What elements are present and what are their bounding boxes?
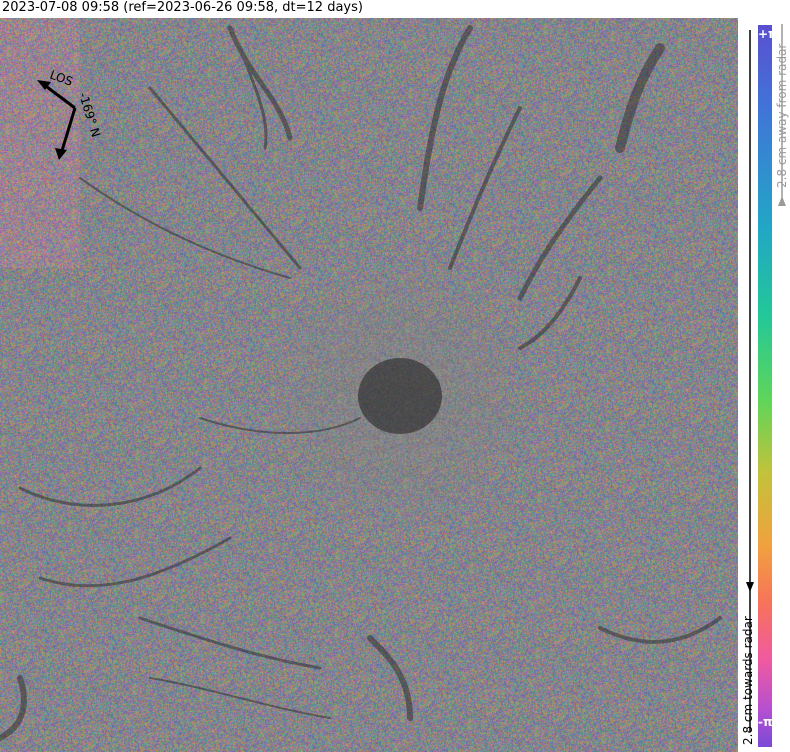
colorbar-min-label: -π	[758, 715, 773, 729]
valley-stroke	[448, 106, 522, 270]
valley-stroke	[517, 175, 603, 301]
valley-stroke	[417, 25, 473, 211]
north-arrow-icon	[55, 107, 77, 160]
valley-stroke	[598, 616, 722, 644]
valley-stroke	[615, 43, 665, 153]
valley-stroke	[149, 677, 331, 719]
colorbar-away-label: 2.8 cm away from radar	[775, 43, 789, 188]
compass: LOS -169° N	[37, 68, 103, 160]
terrain-overlay: LOS -169° N	[0, 25, 722, 741]
valley-stroke	[227, 25, 293, 141]
colorbar-towards-label: 2.8 cm towards radar	[741, 616, 755, 745]
valley-stroke	[199, 417, 361, 434]
summit-crater	[358, 358, 442, 434]
valley-stroke	[38, 536, 232, 588]
valley-stroke	[18, 466, 202, 507]
interferogram-map[interactable]: LOS -169° N	[0, 18, 738, 752]
heading-label: -169° N	[76, 91, 103, 139]
valley-stroke	[148, 86, 302, 270]
valley-stroke	[0, 675, 27, 741]
interferogram-title: 2023-07-08 09:58 (ref=2023-06-26 09:58, …	[2, 0, 363, 15]
colorbar-max-label: +π	[758, 27, 778, 41]
valley-stroke	[138, 616, 322, 670]
valley-stroke	[79, 177, 291, 279]
phase-colorbar	[758, 25, 772, 747]
valley-stroke	[238, 46, 268, 150]
valley-stroke	[518, 276, 582, 350]
valley-stroke	[367, 635, 413, 721]
los-label: LOS	[48, 68, 75, 89]
